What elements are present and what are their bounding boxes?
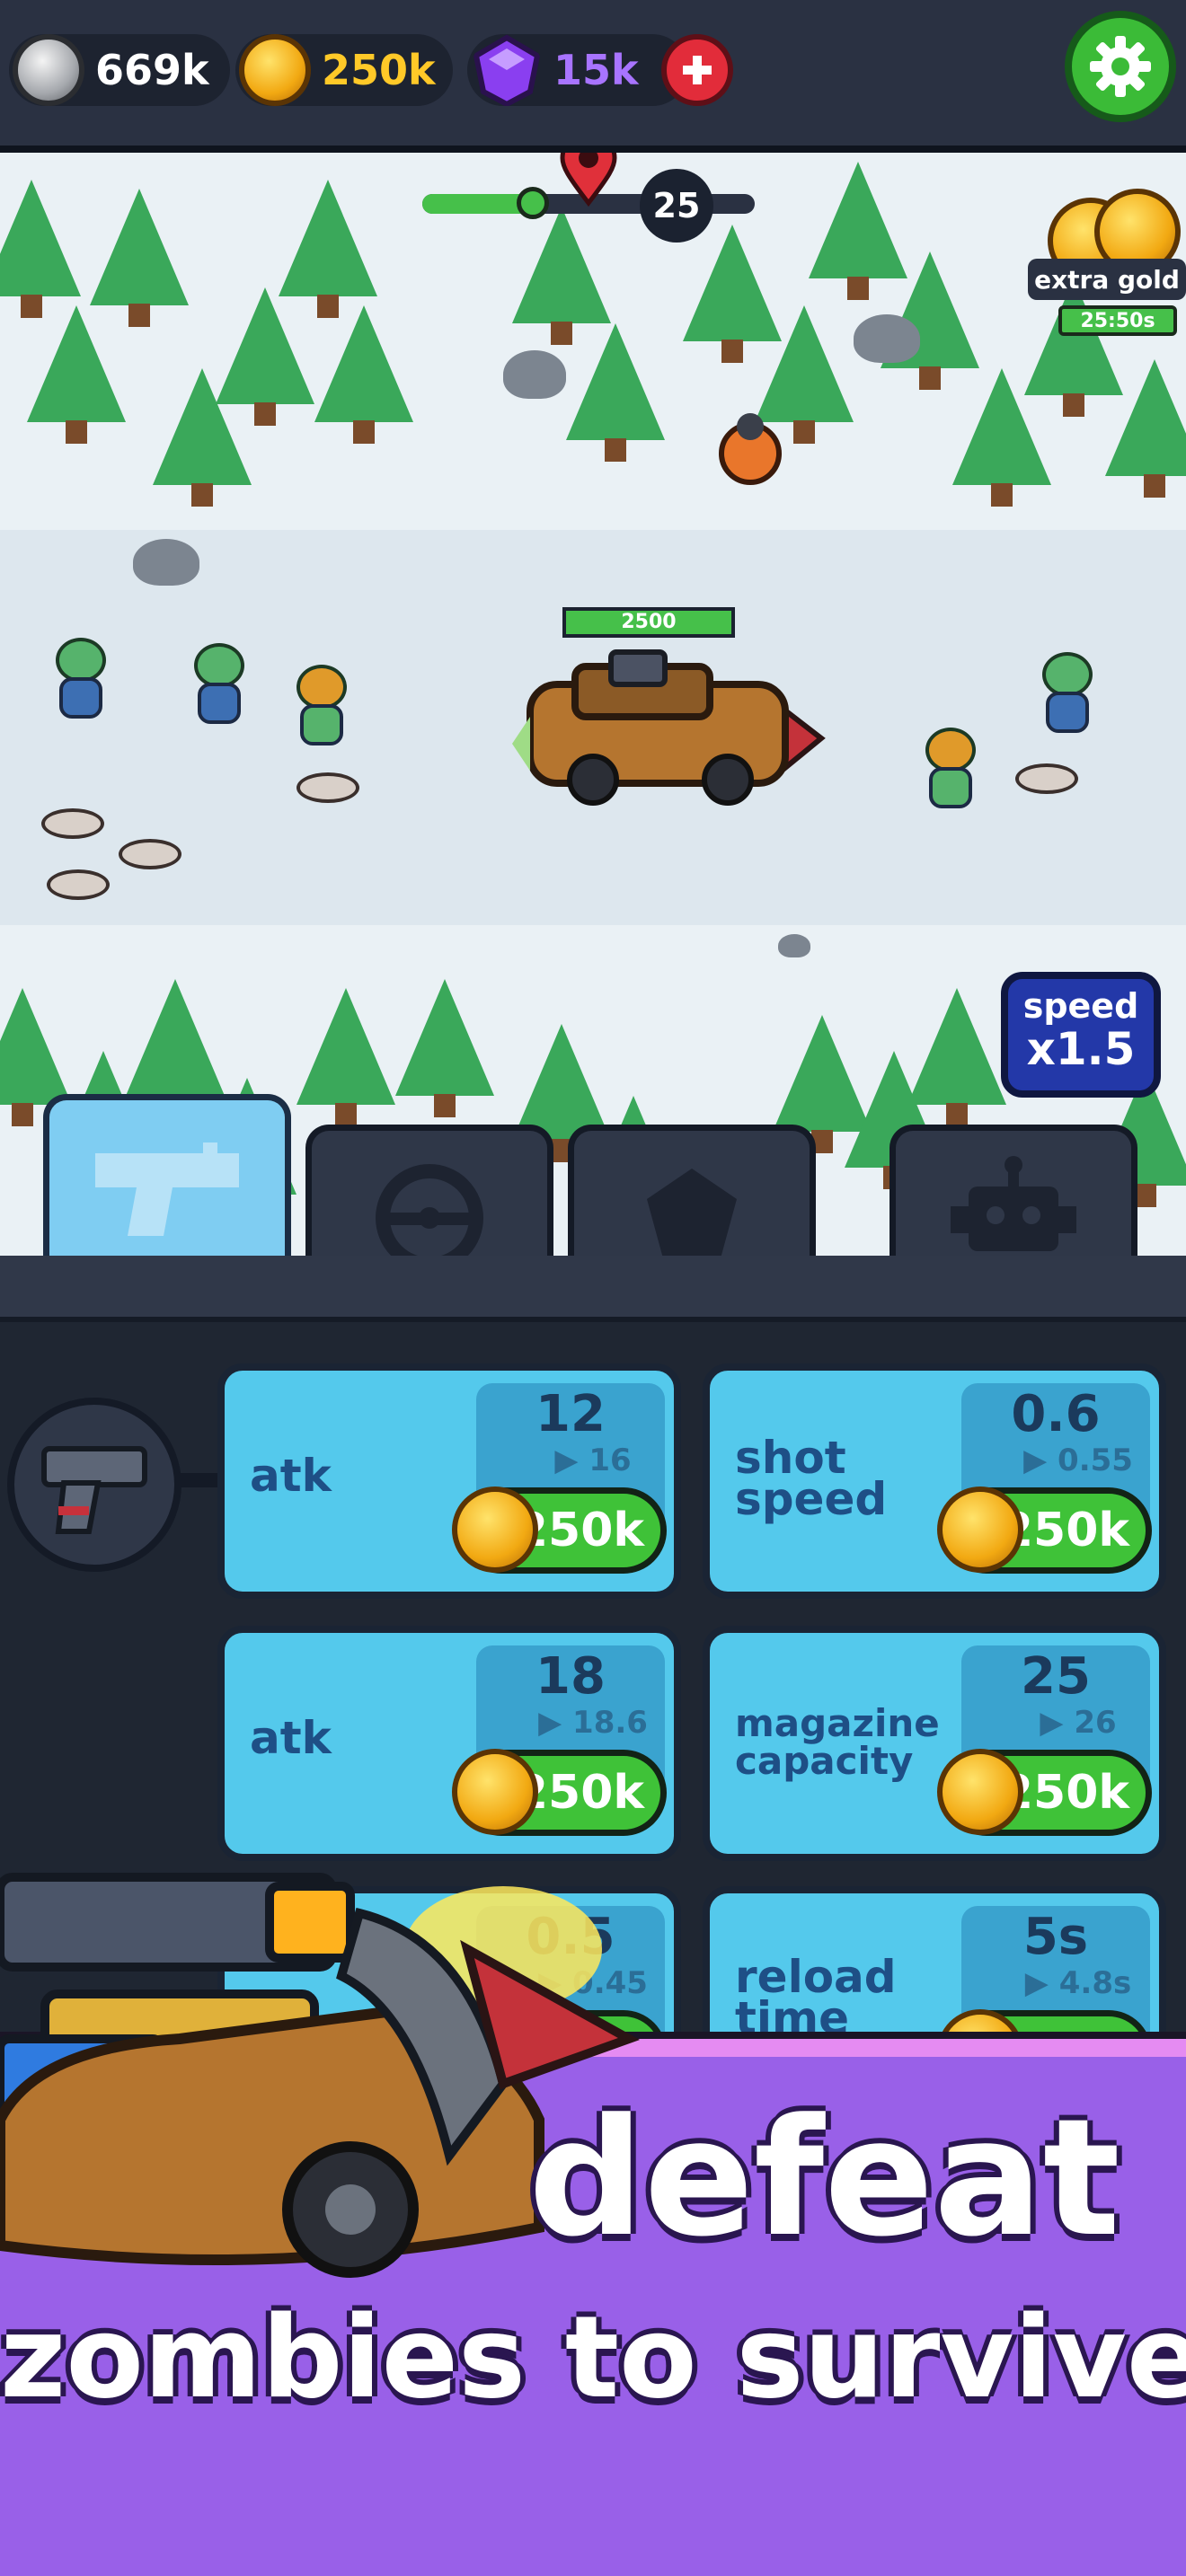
pistol-icon: [95, 1142, 239, 1236]
current-value: 25: [1021, 1647, 1091, 1706]
next-value: ▶ 16: [554, 1442, 632, 1478]
settings-button[interactable]: [1065, 11, 1176, 122]
current-value: 0.6: [1011, 1385, 1101, 1443]
speed-button[interactable]: speed x1.5: [1001, 972, 1161, 1098]
tab-armor[interactable]: [568, 1125, 816, 1277]
promo-line-1: defeat: [528, 2085, 1120, 2272]
wave-counter: 25: [640, 169, 713, 243]
gem-resource: 15k: [467, 34, 688, 106]
tab-vehicle[interactable]: [305, 1125, 553, 1277]
rock: [133, 539, 199, 586]
zombie-rat: [1015, 763, 1078, 794]
next-value: ▶ 26: [1040, 1705, 1117, 1741]
upgrade-card[interactable]: shot speed 0.6 ▶ 0.55 250k: [703, 1363, 1166, 1599]
extra-gold-label: extra gold: [1028, 259, 1186, 300]
buy-upgrade-button[interactable]: 250k: [937, 1749, 1152, 1836]
current-value: 5s: [1022, 1908, 1089, 1966]
vehicle-hp-value: 2500: [566, 611, 731, 634]
plus-icon: [683, 56, 712, 84]
current-value: 18: [535, 1647, 606, 1706]
silver-amount: 669k: [95, 46, 209, 94]
purple-gem-icon: [473, 34, 541, 106]
zombie-rat: [41, 808, 104, 839]
vehicle-hp-bar: 2500: [562, 607, 735, 638]
gold-coin-icon: [239, 34, 311, 106]
slot-connector: [180, 1473, 219, 1487]
zombie: [47, 638, 115, 720]
zombie-rat: [296, 772, 359, 803]
zombie: [1033, 652, 1102, 735]
armored-car: [512, 649, 826, 806]
battle-field: 25 extra gold 25:50s 2500 speed x1.5: [0, 153, 1186, 1257]
top-resource-bar: 669k 250k 15k: [0, 0, 1186, 153]
extra-gold-button[interactable]: [1044, 189, 1181, 323]
gold-coin-icon: [452, 1486, 538, 1573]
extra-gold-timer: 25:50s: [1058, 305, 1177, 336]
current-value: 12: [535, 1385, 606, 1443]
tab-robot[interactable]: [890, 1125, 1137, 1277]
tab-weapon[interactable]: [43, 1094, 291, 1277]
gear-icon: [1090, 36, 1151, 97]
panel-header: [0, 1256, 1186, 1322]
gold-amount: 250k: [322, 46, 436, 94]
buy-upgrade-button[interactable]: 250k: [937, 1486, 1152, 1574]
next-value: ▶ 4.8s: [1024, 1965, 1132, 2001]
silver-resource: 669k: [9, 34, 230, 106]
zombie-rat: [47, 869, 110, 900]
weapon-slot[interactable]: [7, 1398, 181, 1572]
next-value: ▶ 0.55: [1023, 1442, 1133, 1478]
stage-progress-knob: [517, 187, 549, 219]
gold-coin-icon: [937, 1486, 1023, 1573]
promo-line-2: zombies to survive: [0, 2291, 1186, 2423]
upgrade-label: atk: [250, 1450, 332, 1502]
turret-head: [737, 413, 764, 440]
next-value: ▶ 18.6: [538, 1705, 648, 1741]
upgrade-card[interactable]: magazine capacity 25 ▶ 26 250k: [703, 1626, 1166, 1861]
speed-label: speed: [1022, 986, 1139, 1026]
upgrade-label: reload time: [735, 1951, 897, 2044]
rock: [503, 350, 566, 399]
pistol-icon: [41, 1446, 147, 1534]
zombie-rat: [119, 839, 181, 869]
zombie: [916, 728, 985, 810]
pentagon-icon: [647, 1168, 737, 1258]
speed-multiplier: x1.5: [1026, 1023, 1136, 1075]
steering-wheel-icon: [376, 1163, 483, 1263]
gold-coin-icon: [937, 1749, 1023, 1835]
rock: [854, 314, 920, 363]
upgrade-label: shot speed: [735, 1432, 888, 1525]
buy-upgrade-button[interactable]: 250k: [452, 1486, 667, 1574]
zombie: [185, 643, 253, 726]
upgrade-card[interactable]: atk 12 ▶ 16 250k: [217, 1363, 681, 1599]
rock: [778, 934, 810, 957]
silver-coin-icon: [13, 34, 84, 106]
zombie: [288, 665, 356, 747]
gem-amount: 15k: [553, 46, 639, 94]
map-pin-icon: [560, 153, 617, 207]
robot-icon: [951, 1155, 1076, 1251]
add-gems-button[interactable]: [661, 34, 733, 106]
gold-resource: 250k: [235, 34, 453, 106]
upgrade-label: magazine capacity: [735, 1701, 940, 1783]
